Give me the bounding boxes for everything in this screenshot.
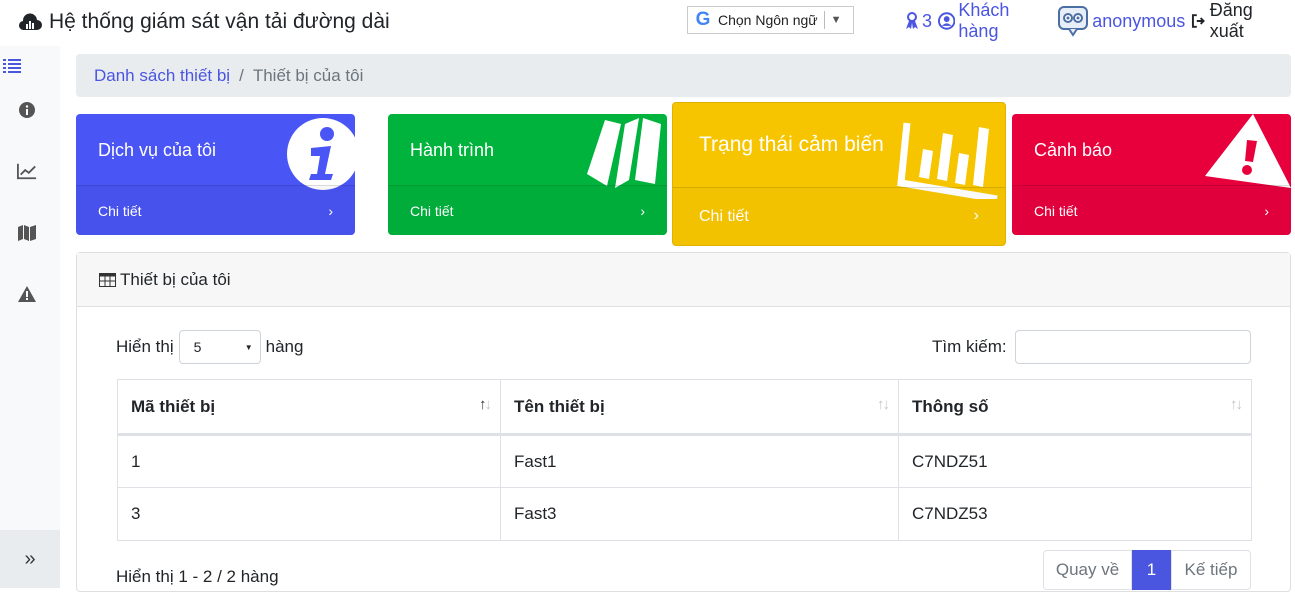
column-header-device-id[interactable]: Mã thiết bị ↑↓: [117, 379, 501, 436]
cell-device-name: Fast3: [500, 487, 899, 541]
cell-device-id: 1: [117, 434, 501, 488]
table-info: Hiển thị 1 - 2 / 2 hàng: [116, 567, 279, 586]
pagination-page-button[interactable]: 1: [1132, 550, 1171, 590]
cloud-chart-icon: [18, 13, 42, 31]
breadcrumb-separator: /: [239, 65, 244, 85]
sort-icon: ↑↓: [479, 396, 492, 413]
sort-icon: ↑↓: [877, 396, 890, 413]
breadcrumb: Danh sách thiết bị / Thiết bị của tôi: [76, 54, 1291, 97]
card-title: Dịch vụ của tôi: [98, 140, 217, 160]
card-my-services[interactable]: Dịch vụ của tôi Chi tiết ›: [76, 114, 355, 235]
dropdown-arrow-icon: ▼: [830, 14, 842, 26]
table-row[interactable]: 1 Fast1 C7NDZ51: [117, 434, 1252, 488]
card-footer[interactable]: Chi tiết ›: [76, 185, 355, 235]
pagination-next-button[interactable]: Kế tiếp: [1171, 550, 1251, 590]
app-title: Hệ thống giám sát vận tải đường dài: [49, 10, 390, 33]
rows-label: hàng: [265, 337, 304, 356]
card-sensor-status[interactable]: Trạng thái cảm biến Chi tiết ›: [672, 102, 1006, 246]
card-detail-link: Chi tiết: [98, 203, 142, 219]
breadcrumb-current: Thiết bị của tôi: [252, 65, 364, 85]
my-devices-panel: Thiết bị của tôi Hiển thị 5 ▼ hàng Tìm k…: [76, 252, 1291, 592]
card-alerts[interactable]: Cảnh báo Chi tiết ›: [1012, 114, 1291, 235]
table-icon: [99, 272, 116, 287]
panel-header: Thiết bị của tôi: [77, 253, 1290, 307]
language-label: Chọn Ngôn ngữ: [718, 12, 818, 28]
sidebar: »: [0, 46, 60, 588]
card-footer[interactable]: Chi tiết ›: [673, 187, 1005, 245]
divider: [823, 11, 825, 29]
language-selector[interactable]: G Chọn Ngôn ngữ ▼: [687, 6, 854, 34]
card-journey[interactable]: Hành trình Chi tiết ›: [388, 114, 667, 235]
cell-parameters: C7NDZ53: [898, 487, 1252, 541]
show-label: Hiển thị: [116, 337, 174, 356]
avatar-icon: [1058, 6, 1089, 37]
pagination: Quay về 1 Kế tiếp: [1043, 550, 1251, 590]
column-header-device-name[interactable]: Tên thiết bị ↑↓: [500, 379, 899, 436]
ribbon-icon: [906, 12, 918, 29]
caret-down-icon: ▼: [244, 343, 253, 352]
cell-parameters: C7NDZ51: [898, 434, 1252, 488]
column-header-parameters[interactable]: Thông số ↑↓: [898, 379, 1252, 436]
breadcrumb-device-list-link[interactable]: Danh sách thiết bị: [94, 66, 230, 86]
page-size-value: 5: [193, 339, 202, 355]
customer-label: Khách hàng: [958, 0, 1010, 41]
username: anonymous: [1092, 10, 1186, 31]
card-title: Trạng thái cảm biến: [699, 133, 884, 156]
cell-device-name: Fast1: [500, 434, 899, 488]
chevron-right-icon: ›: [1264, 203, 1269, 219]
logout-label: Đăng xuất: [1209, 0, 1253, 41]
chevron-right-icon: ›: [640, 203, 645, 219]
devices-table: Mã thiết bị ↑↓ Tên thiết bị ↑↓ Thông số …: [117, 379, 1252, 541]
column-label: Tên thiết bị: [514, 396, 605, 416]
card-title: Hành trình: [410, 140, 495, 160]
map-icon: [587, 118, 661, 188]
sidebar-collapse-button[interactable]: »: [0, 530, 60, 588]
google-icon: G: [695, 9, 711, 30]
table-row[interactable]: 3 Fast3 C7NDZ53: [117, 487, 1252, 541]
panel-title: Thiết bị của tôi: [120, 269, 231, 289]
column-label: Thông số: [912, 396, 989, 416]
users-count: 3: [922, 10, 933, 31]
card-detail-link: Chi tiết: [1034, 203, 1078, 219]
info-icon: [287, 118, 355, 190]
table-header-row: Mã thiết bị ↑↓ Tên thiết bị ↑↓ Thông số …: [117, 379, 1252, 436]
page-size-select[interactable]: 5 ▼: [178, 330, 261, 364]
user-circle-icon: [938, 12, 956, 30]
pagination-prev-button[interactable]: Quay về: [1043, 550, 1132, 590]
sort-icon: ↑↓: [1230, 396, 1243, 413]
info-icon[interactable]: [17, 100, 37, 120]
chart-line-icon[interactable]: [17, 161, 37, 181]
list-icon[interactable]: [2, 56, 22, 76]
column-label: Mã thiết bị: [131, 396, 216, 416]
search-input[interactable]: [1014, 330, 1251, 364]
warning-icon[interactable]: [17, 284, 37, 304]
card-detail-link: Chi tiết: [410, 203, 454, 219]
user-nav: 3 Khách hàng anonymous Đăng xuất: [905, 0, 1295, 41]
top-navbar: Hệ thống giám sát vận tải đường dài G Ch…: [0, 0, 1295, 46]
chevron-right-icon: ›: [973, 207, 979, 224]
card-title: Cảnh báo: [1034, 140, 1113, 160]
logout-button[interactable]: Đăng xuất: [1191, 0, 1289, 42]
search-label: Tìm kiếm:: [932, 337, 1007, 356]
chevron-right-icon: ›: [328, 203, 333, 219]
sign-out-icon: [1192, 14, 1206, 28]
warning-icon: [1205, 114, 1291, 188]
card-detail-link: Chi tiết: [699, 208, 749, 225]
card-footer[interactable]: Chi tiết ›: [388, 185, 667, 235]
page-size-control: Hiển thị 5 ▼ hàng: [116, 330, 303, 364]
search-control: Tìm kiếm:: [932, 330, 1251, 364]
profile-link[interactable]: anonymous: [1057, 5, 1185, 37]
double-chevron-right-icon: »: [24, 547, 36, 570]
customer-link[interactable]: Khách hàng: [938, 0, 1051, 42]
cell-device-id: 3: [117, 487, 501, 541]
users-count-link[interactable]: 3: [905, 11, 932, 32]
map-icon[interactable]: [17, 223, 37, 243]
app-brand[interactable]: Hệ thống giám sát vận tải đường dài: [18, 10, 390, 34]
card-footer[interactable]: Chi tiết ›: [1012, 185, 1291, 235]
